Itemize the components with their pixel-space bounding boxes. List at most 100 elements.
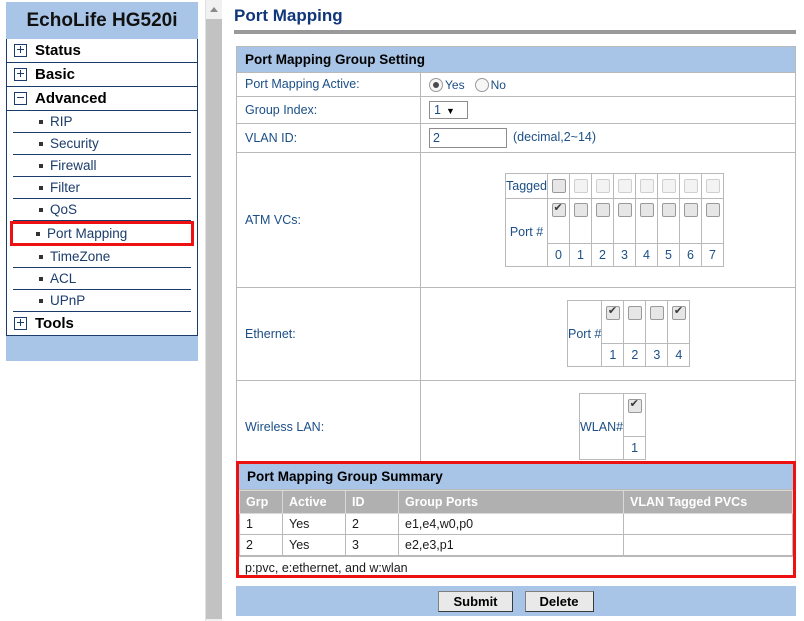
table-row-active: Port Mapping Active: Yes No: [236, 72, 796, 97]
summary-col-pvcs: VLAN Tagged PVCs: [623, 490, 793, 514]
atm-port-cell-7[interactable]: [701, 197, 725, 244]
expand-plus-icon[interactable]: [14, 68, 27, 81]
atm-tagged-row: Tagged: [504, 172, 725, 199]
ethernet-port-checkbox-1[interactable]: [605, 304, 620, 320]
bullet-icon: [39, 207, 43, 212]
atm-port-cell-4[interactable]: [635, 197, 659, 244]
delete-button[interactable]: Delete: [524, 590, 594, 612]
ethernet-port-number-1: 1: [601, 343, 625, 368]
bullet-icon: [39, 119, 43, 124]
atm-port-cell-1[interactable]: [569, 197, 593, 244]
action-button-bar: Submit Delete: [236, 586, 796, 616]
label-port-mapping-active: Port Mapping Active:: [236, 72, 421, 97]
atm-tagged-cell-5: [657, 172, 681, 199]
sidebar-item-qos[interactable]: QoS: [13, 199, 191, 221]
radio-active-yes[interactable]: [429, 77, 443, 92]
table-row-vlan-id: VLAN ID: 2 (decimal,2~14): [236, 122, 796, 153]
sidebar-item-upnp[interactable]: UPnP: [13, 290, 191, 312]
ethernet-port-cell-1[interactable]: [601, 300, 625, 345]
atm-port-checkbox-3[interactable]: [617, 203, 632, 218]
table-row[interactable]: 1 Yes 2 e1,e4,w0,p0: [239, 513, 793, 535]
vlan-id-input[interactable]: 2: [429, 127, 507, 148]
wireless-lan-grid: WLAN# 1: [578, 393, 647, 461]
radio-no-label: No: [490, 77, 506, 92]
wlan-label: WLAN#: [578, 393, 625, 461]
bullet-icon: [36, 231, 40, 236]
ethernet-port-cell-3[interactable]: [645, 300, 669, 345]
atm-tagged-cell-6: [679, 172, 703, 199]
atm-tagged-checkbox-3: [617, 179, 632, 194]
wlan-checkbox-row: WLAN#: [578, 393, 647, 461]
group-index-value: 1: [434, 102, 441, 117]
ethernet-port-checkbox-4[interactable]: [671, 304, 686, 320]
atm-port-cell-5[interactable]: [657, 197, 681, 244]
scroll-up-arrow-icon[interactable]: [206, 0, 222, 17]
atm-port-checkbox-5[interactable]: [661, 203, 676, 218]
atm-port-checkbox-7[interactable]: [705, 203, 720, 218]
page-title: Port Mapping: [234, 6, 343, 25]
sidebar-item-security[interactable]: Security: [13, 133, 191, 155]
atm-port-checkbox-2[interactable]: [595, 203, 610, 218]
ethernet-port-label: Port #: [566, 300, 603, 368]
atm-port-checkbox-6[interactable]: [683, 203, 698, 218]
summary-col-active: Active: [282, 490, 346, 514]
atm-port-cell-2[interactable]: [591, 197, 615, 244]
cell-active-radios: Yes No: [420, 72, 796, 97]
atm-tagged-cell-0[interactable]: [547, 172, 571, 199]
expand-plus-icon[interactable]: [14, 44, 27, 57]
sidebar: EchoLife HG520i Status Basic Advanced RI…: [6, 2, 198, 361]
collapse-minus-icon[interactable]: [14, 92, 27, 105]
wlan-port-cell-1[interactable]: [623, 393, 647, 438]
atm-port-checkbox-1[interactable]: [573, 203, 588, 218]
submit-button[interactable]: Submit: [438, 590, 513, 612]
table-row-group-index: Group Index: 1 ▼: [236, 95, 796, 124]
bullet-icon: [39, 163, 43, 168]
atm-tagged-checkbox-2: [595, 179, 610, 194]
ethernet-port-checkbox-3[interactable]: [649, 305, 664, 320]
atm-port-cell-3[interactable]: [613, 197, 637, 244]
port-mapping-setting-table: Port Mapping Active: Yes No Group Index: …: [236, 72, 796, 474]
summary-col-id: ID: [345, 490, 399, 514]
atm-vcs-grid: Tagged Port # ✔ 0 1 2 3 4 5 6 7: [504, 172, 725, 267]
ethernet-port-cell-4[interactable]: [667, 300, 691, 345]
summary-cell-active: Yes: [282, 534, 346, 556]
sidebar-item-timezone[interactable]: TimeZone: [13, 246, 191, 268]
atm-port-number-3: 3: [613, 242, 637, 267]
table-row-atm-vcs: ATM VCs: Tagged Port # ✔ 0 1 2 3 4 5 6 7: [236, 151, 796, 288]
atm-port-label: Port #: [504, 197, 549, 267]
sidebar-item-acl[interactable]: ACL: [13, 268, 191, 290]
radio-active-no[interactable]: [474, 77, 489, 92]
sidebar-item-advanced[interactable]: Advanced: [7, 87, 197, 111]
atm-port-checkbox-0[interactable]: [551, 201, 566, 218]
summary-cell-active: Yes: [282, 513, 346, 535]
sidebar-item-status[interactable]: Status: [7, 39, 197, 63]
ethernet-port-number-4: 4: [667, 343, 691, 368]
sidebar-item-port-mapping[interactable]: Port Mapping: [10, 221, 194, 246]
atm-port-cell-0[interactable]: [547, 197, 571, 244]
atm-port-cell-6[interactable]: [679, 197, 703, 244]
sidebar-item-basic[interactable]: Basic: [7, 63, 197, 87]
ethernet-port-cell-2[interactable]: [623, 300, 647, 345]
atm-tagged-cell-2: [591, 172, 615, 199]
wlan-port-checkbox-1[interactable]: [627, 397, 642, 413]
atm-port-number-7: 7: [701, 242, 725, 267]
table-row-ethernet: Ethernet: Port # 1: [236, 286, 796, 381]
sidebar-item-filter[interactable]: Filter: [13, 177, 191, 199]
group-index-select[interactable]: 1 ▼: [429, 100, 468, 119]
sidebar-footer-bar: [6, 336, 198, 361]
atm-port-checkbox-4[interactable]: [639, 203, 654, 218]
sidebar-item-label: Tools: [35, 315, 74, 332]
sidebar-item-rip[interactable]: RIP: [13, 111, 191, 133]
ethernet-port-checkbox-2[interactable]: [627, 305, 642, 320]
sidebar-item-tools[interactable]: Tools: [7, 312, 197, 335]
atm-tagged-checkbox-0[interactable]: [551, 179, 566, 194]
sidebar-item-firewall[interactable]: Firewall: [13, 155, 191, 177]
ethernet-port-number-3: 3: [645, 343, 669, 368]
atm-port-number-4: 4: [635, 242, 659, 267]
table-row[interactable]: 2 Yes 3 e2,e3,p1: [239, 534, 793, 556]
page-scrollbar[interactable]: [205, 0, 222, 621]
expand-plus-icon[interactable]: [14, 317, 27, 330]
title-divider: [234, 30, 796, 34]
scrollbar-thumb[interactable]: [206, 19, 222, 619]
sidebar-item-label: Filter: [50, 180, 80, 195]
